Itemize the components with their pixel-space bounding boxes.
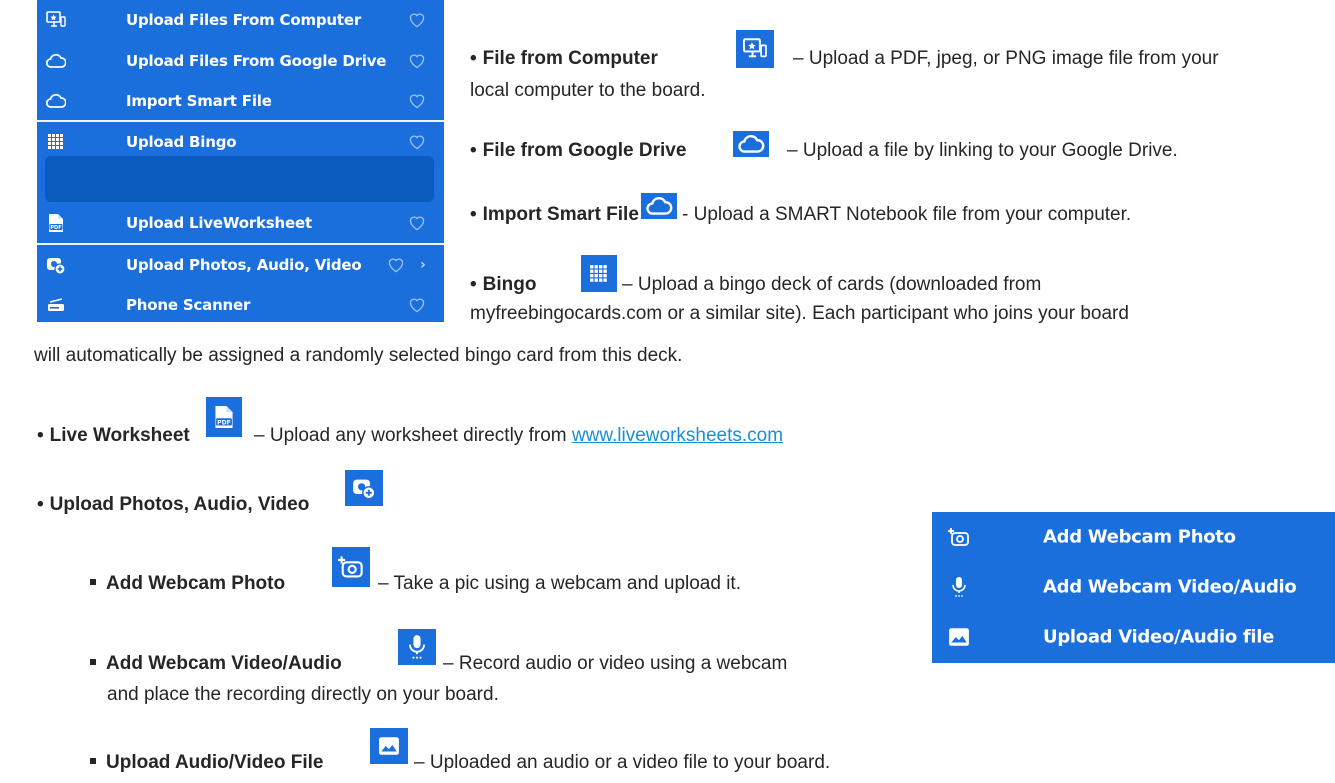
menu-item-upload-liveworksheet[interactable]: PDF Upload LiveWorksheet [37,203,444,243]
desc-title: Live Worksheet [49,425,190,446]
pdf-file-icon: PDF [46,213,66,233]
scanner-icon [46,295,66,315]
cloud-icon [733,131,769,157]
desc-worksheet-text-inner: – Upload any worksheet directly from [254,425,567,446]
bullet: • [37,425,44,446]
cam-item-label: Add Webcam Photo [1043,526,1236,548]
bullet: • [37,494,44,515]
add-photo-camera-icon [332,547,370,587]
desc-title: Add Webcam Video/Audio [106,653,342,674]
menu-item-label: Upload Photos, Audio, Video [126,256,362,274]
microphone-icon [952,577,966,597]
desc-gdrive-text: – Upload a file by linking to your Googl… [787,140,1178,161]
upload-menu: Upload Files From Computer Upload Files … [37,0,444,322]
desc-bingo-text: – Upload a bingo deck of cards (download… [622,274,1042,295]
menu-item-label: Upload LiveWorksheet [126,214,312,232]
add-photo-camera-icon [948,528,969,546]
bullet: • [470,48,477,69]
menu-item-label: Phone Scanner [126,296,251,314]
desc-title: File from Google Drive [482,140,687,161]
menu-item-upload-photos-audio-video[interactable]: Upload Photos, Audio, Video › [37,245,444,285]
menu-item-label: Import Smart File [126,92,272,110]
chevron-right-icon[interactable]: › [420,257,426,273]
heart-icon[interactable] [408,93,426,109]
image-file-icon [949,628,969,646]
desc-title: File from Computer [482,48,658,69]
desc-title: Bingo [482,274,537,295]
menu-item-label: Upload Bingo [126,133,237,151]
computer-upload-icon [46,10,66,30]
cam-item-label: Upload Video/Audio file [1043,626,1275,648]
desc-webcam-video-text: – Record audio or video using a webcam [443,653,788,674]
bullet: • [470,274,477,295]
desc-worksheet-line: • Live Worksheet [37,425,190,447]
microphone-icon [398,629,436,665]
square-bullet [90,658,96,665]
desc-smart-text-inner: - Upload a SMART Notebook file from your… [682,204,1132,225]
desc-title: Add Webcam Photo [106,573,286,594]
cloud-icon [46,91,66,111]
heart-icon[interactable] [408,134,426,150]
computer-upload-icon [736,30,774,68]
desc-title: Upload Audio/Video File [106,752,324,773]
desc-title: Import Smart File [482,204,639,225]
desc-webcam-photo-text: – Take a pic using a webcam and upload i… [378,573,741,594]
bullet: • [470,204,477,225]
menu-item-import-smart-file[interactable]: Import Smart File [37,81,444,121]
cloud-icon [46,51,66,71]
desc-upload-av-line: Upload Audio/Video File [90,752,323,774]
menu-item-upload-google-drive[interactable]: Upload Files From Google Drive [37,41,444,81]
cloud-icon [641,193,677,219]
menu-hover-highlight[interactable] [45,156,434,202]
desc-computer-line1: • File from Computer [470,48,658,70]
heart-icon[interactable] [387,257,405,273]
square-bullet [90,578,96,585]
desc-webcam-video-text2: and place the recording directly on your… [107,684,499,705]
heart-icon[interactable] [408,215,426,231]
svg-text:PDF: PDF [217,419,231,426]
desc-bingo-text3: will automatically be assigned a randoml… [34,345,683,366]
desc-webcam-video-line: Add Webcam Video/Audio [90,653,342,675]
desc-worksheet-text: – Upload any worksheet directly from www… [254,425,783,447]
heart-icon[interactable] [408,297,426,313]
bullet: • [470,140,477,161]
heart-icon[interactable] [408,53,426,69]
cam-item-label: Add Webcam Video/Audio [1043,576,1297,598]
desc-computer-text2: local computer to the board. [470,80,706,101]
desc-smart-text: - Upload a SMART Notebook file from your… [682,204,1131,226]
desc-title: Upload Photos, Audio, Video [49,494,310,515]
cam-item-add-webcam-video[interactable]: Add Webcam Video/Audio [932,567,1335,607]
pdf-file-icon: PDF [206,397,242,437]
svg-text:PDF: PDF [50,225,61,231]
bingo-grid-icon [581,255,617,292]
cam-item-upload-video-audio[interactable]: Upload Video/Audio file [932,617,1335,657]
media-upload-icon [345,470,383,506]
square-bullet [90,757,96,764]
menu-item-upload-computer[interactable]: Upload Files From Computer [37,0,444,40]
liveworksheets-link[interactable]: www.liveworksheets.com [572,425,783,446]
menu-item-label: Upload Files From Computer [126,11,362,29]
heart-icon[interactable] [408,12,426,28]
image-file-icon [370,728,408,764]
desc-computer-text: – Upload a PDF, jpeg, or PNG image file … [793,48,1219,69]
bingo-grid-icon [46,132,66,152]
cam-item-add-webcam-photo[interactable]: Add Webcam Photo [932,517,1335,557]
desc-smart-line: • Import Smart File [470,204,639,226]
desc-media-line: • Upload Photos, Audio, Video [37,494,309,516]
desc-gdrive-line: • File from Google Drive [470,140,686,162]
menu-item-phone-scanner[interactable]: Phone Scanner [37,285,444,325]
desc-upload-av-text: – Uploaded an audio or a video file to y… [414,752,831,773]
desc-bingo-line: • Bingo [470,274,536,296]
menu-item-label: Upload Files From Google Drive [126,52,387,70]
media-upload-icon [46,255,66,275]
desc-webcam-photo-line: Add Webcam Photo [90,573,285,595]
webcam-menu: Add Webcam Photo Add Webcam Video/Audio … [932,512,1335,663]
desc-bingo-text2: myfreebingocards.com or a similar site).… [470,303,1129,324]
